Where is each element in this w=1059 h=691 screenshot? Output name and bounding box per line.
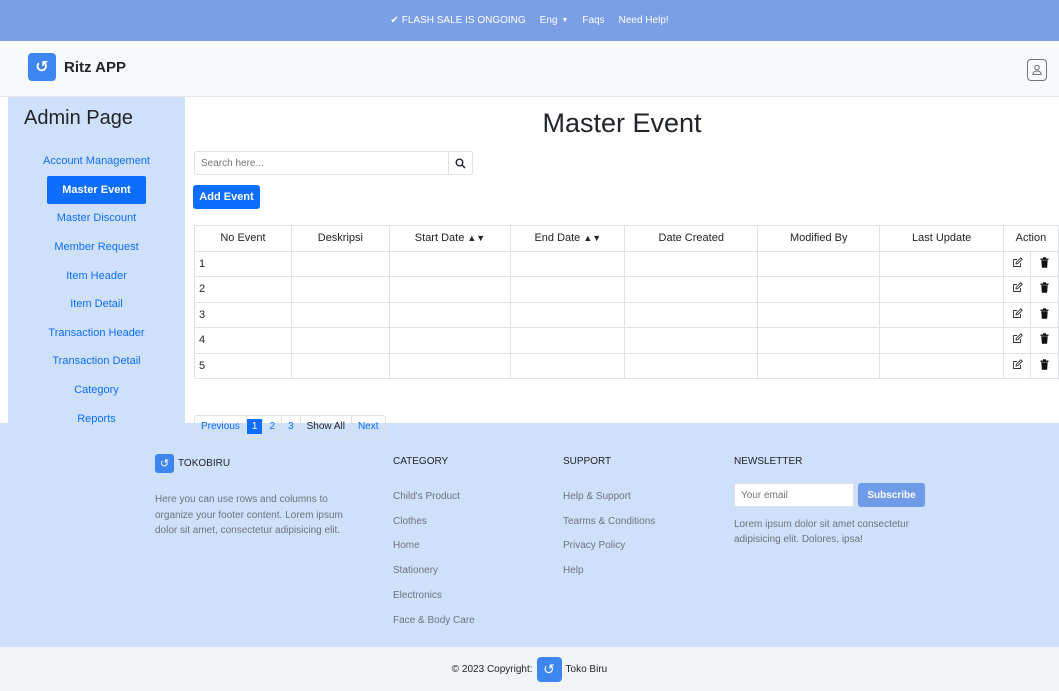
search-icon bbox=[455, 158, 466, 169]
brand-link[interactable]: ↺ Ritz APP bbox=[28, 53, 126, 81]
copyright-brand[interactable]: Toko Biru bbox=[566, 664, 608, 675]
navbar: ↺ Ritz APP bbox=[0, 41, 1059, 97]
language-label: Eng bbox=[539, 15, 558, 26]
show-all-button[interactable]: Show All bbox=[301, 416, 352, 437]
col-last-update: Last Update bbox=[879, 225, 1004, 252]
sidebar-item-account-management[interactable]: Account Management bbox=[8, 147, 185, 176]
need-help-link[interactable]: Need Help! bbox=[619, 15, 669, 26]
sidebar-item-item-detail[interactable]: Item Detail bbox=[8, 290, 185, 319]
check-icon: ✔ bbox=[390, 15, 399, 26]
sidebar-item-master-discount[interactable]: Master Discount bbox=[8, 204, 185, 233]
bag-logo-icon: ↺ bbox=[536, 656, 562, 682]
page-3-button[interactable]: 3 bbox=[282, 416, 301, 437]
page-title: Master Event bbox=[542, 108, 702, 138]
flash-sale-notice: ✔ FLASH SALE IS ONGOING bbox=[390, 15, 525, 26]
footer-newsletter-title: NEWSLETTER bbox=[734, 456, 803, 467]
trash-icon[interactable] bbox=[1030, 301, 1059, 328]
sidebar: Admin Page Account Management Master Eve… bbox=[8, 97, 185, 450]
footer-category-title: CATEGORY bbox=[393, 456, 449, 467]
top-banner: ✔ FLASH SALE IS ONGOING Eng ▼ Faqs Need … bbox=[0, 0, 1059, 41]
sidebar-item-master-event[interactable]: Master Event bbox=[8, 175, 185, 205]
sidebar-item-transaction-detail[interactable]: Transaction Detail bbox=[8, 347, 185, 376]
sidebar-menu: Account Management Master Event Master D… bbox=[8, 147, 185, 433]
cell-no-event: 5 bbox=[194, 352, 292, 379]
brand-name: Ritz APP bbox=[64, 58, 126, 76]
edit-icon[interactable] bbox=[1002, 327, 1032, 354]
sort-icon: ▲▼ bbox=[467, 233, 486, 244]
table-row: 4 bbox=[194, 327, 1059, 354]
previous-button[interactable]: Previous bbox=[195, 416, 247, 437]
caret-down-icon: ▼ bbox=[561, 17, 569, 24]
cell-no-event: 3 bbox=[194, 301, 292, 328]
sort-icon: ▲▼ bbox=[583, 233, 602, 244]
footer-link-home[interactable]: Home bbox=[393, 534, 475, 559]
col-action: Action bbox=[1002, 225, 1059, 252]
search-button[interactable] bbox=[448, 151, 473, 175]
newsletter-description: Lorem ipsum dolor sit amet consectetur a… bbox=[734, 519, 910, 545]
language-dropdown[interactable]: Eng ▼ bbox=[540, 15, 569, 26]
footer-link-privacy[interactable]: Privacy Policy bbox=[563, 534, 655, 559]
add-event-button[interactable]: Add Event bbox=[193, 185, 260, 209]
flash-sale-text: FLASH SALE IS ONGOING bbox=[401, 15, 526, 26]
footer-link-childs-product[interactable]: Child's Product bbox=[393, 484, 475, 509]
footer-brand-name: TOKOBIRU bbox=[178, 458, 231, 469]
sidebar-item-item-header[interactable]: Item Header bbox=[8, 261, 185, 290]
footer-description: Here you can use rows and columns to org… bbox=[155, 494, 343, 536]
user-icon bbox=[1032, 64, 1042, 75]
page-1-button[interactable]: 1 bbox=[246, 419, 264, 434]
col-start-date[interactable]: Start Date ▲▼ bbox=[388, 225, 512, 252]
bag-logo-icon: ↺ bbox=[155, 454, 174, 473]
footer-link-help[interactable]: Help bbox=[563, 558, 655, 583]
footer-category-list: Child's Product Clothes Home Stationery … bbox=[393, 484, 475, 633]
sidebar-item-reports[interactable]: Reports bbox=[8, 404, 185, 433]
sidebar-item-transaction-header[interactable]: Transaction Header bbox=[8, 319, 185, 348]
page-2-button[interactable]: 2 bbox=[263, 416, 283, 437]
col-deskripsi: Deskripsi bbox=[290, 225, 390, 252]
cell-no-event: 4 bbox=[194, 327, 292, 354]
newsletter-email-input[interactable] bbox=[734, 483, 854, 507]
edit-icon[interactable] bbox=[1002, 301, 1032, 328]
col-no-event: No Event bbox=[194, 225, 292, 252]
table-row: 5 bbox=[194, 352, 1059, 379]
copyright-bar: © 2023 Copyright: ↺ Toko Biru bbox=[0, 647, 1059, 691]
pagination: Previous 1 2 3 Show All Next bbox=[194, 415, 386, 438]
footer-link-help-support[interactable]: Help & Support bbox=[563, 484, 655, 509]
sidebar-item-category[interactable]: Category bbox=[8, 376, 185, 405]
edit-icon[interactable] bbox=[1002, 352, 1032, 379]
user-button[interactable] bbox=[1027, 59, 1047, 81]
sidebar-title: Admin Page bbox=[24, 107, 133, 129]
footer-support-list: Help & Support Tearms & Conditions Priva… bbox=[563, 484, 655, 583]
footer-link-clothes[interactable]: Clothes bbox=[393, 509, 475, 534]
table-row: 1 bbox=[194, 250, 1059, 277]
next-button[interactable]: Next bbox=[352, 416, 385, 437]
footer-brand[interactable]: ↺ TOKOBIRU bbox=[155, 454, 230, 473]
edit-icon[interactable] bbox=[1002, 250, 1032, 277]
trash-icon[interactable] bbox=[1030, 250, 1059, 277]
search-input[interactable] bbox=[194, 151, 448, 175]
edit-icon[interactable] bbox=[1002, 276, 1032, 303]
col-modified-by: Modified By bbox=[757, 225, 881, 252]
trash-icon[interactable] bbox=[1030, 327, 1059, 354]
cell-no-event: 2 bbox=[194, 276, 292, 303]
trash-icon[interactable] bbox=[1030, 352, 1059, 379]
table-header-row: No Event Deskripsi Start Date ▲▼ End Dat… bbox=[194, 225, 1059, 252]
footer-link-terms[interactable]: Tearms & Conditions bbox=[563, 509, 655, 534]
bag-logo-icon: ↺ bbox=[28, 53, 56, 81]
table-row: 3 bbox=[194, 301, 1059, 328]
subscribe-button[interactable]: Subscribe bbox=[858, 483, 925, 507]
copyright-text: © 2023 Copyright: bbox=[451, 663, 533, 675]
event-table: No Event Deskripsi Start Date ▲▼ End Dat… bbox=[194, 225, 1059, 379]
footer-support-title: SUPPORT bbox=[563, 456, 612, 467]
col-end-date[interactable]: End Date ▲▼ bbox=[510, 225, 626, 252]
table-row: 2 bbox=[194, 276, 1059, 303]
footer-link-stationery[interactable]: Stationery bbox=[393, 558, 475, 583]
col-date-created: Date Created bbox=[624, 225, 759, 252]
footer-link-face-body-care[interactable]: Face & Body Care bbox=[393, 608, 475, 633]
sidebar-item-member-request[interactable]: Member Request bbox=[8, 233, 185, 262]
trash-icon[interactable] bbox=[1030, 276, 1059, 303]
cell-no-event: 1 bbox=[194, 250, 292, 277]
footer-link-electronics[interactable]: Electronics bbox=[393, 583, 475, 608]
search-bar bbox=[194, 151, 473, 175]
faqs-link[interactable]: Faqs bbox=[582, 15, 604, 26]
